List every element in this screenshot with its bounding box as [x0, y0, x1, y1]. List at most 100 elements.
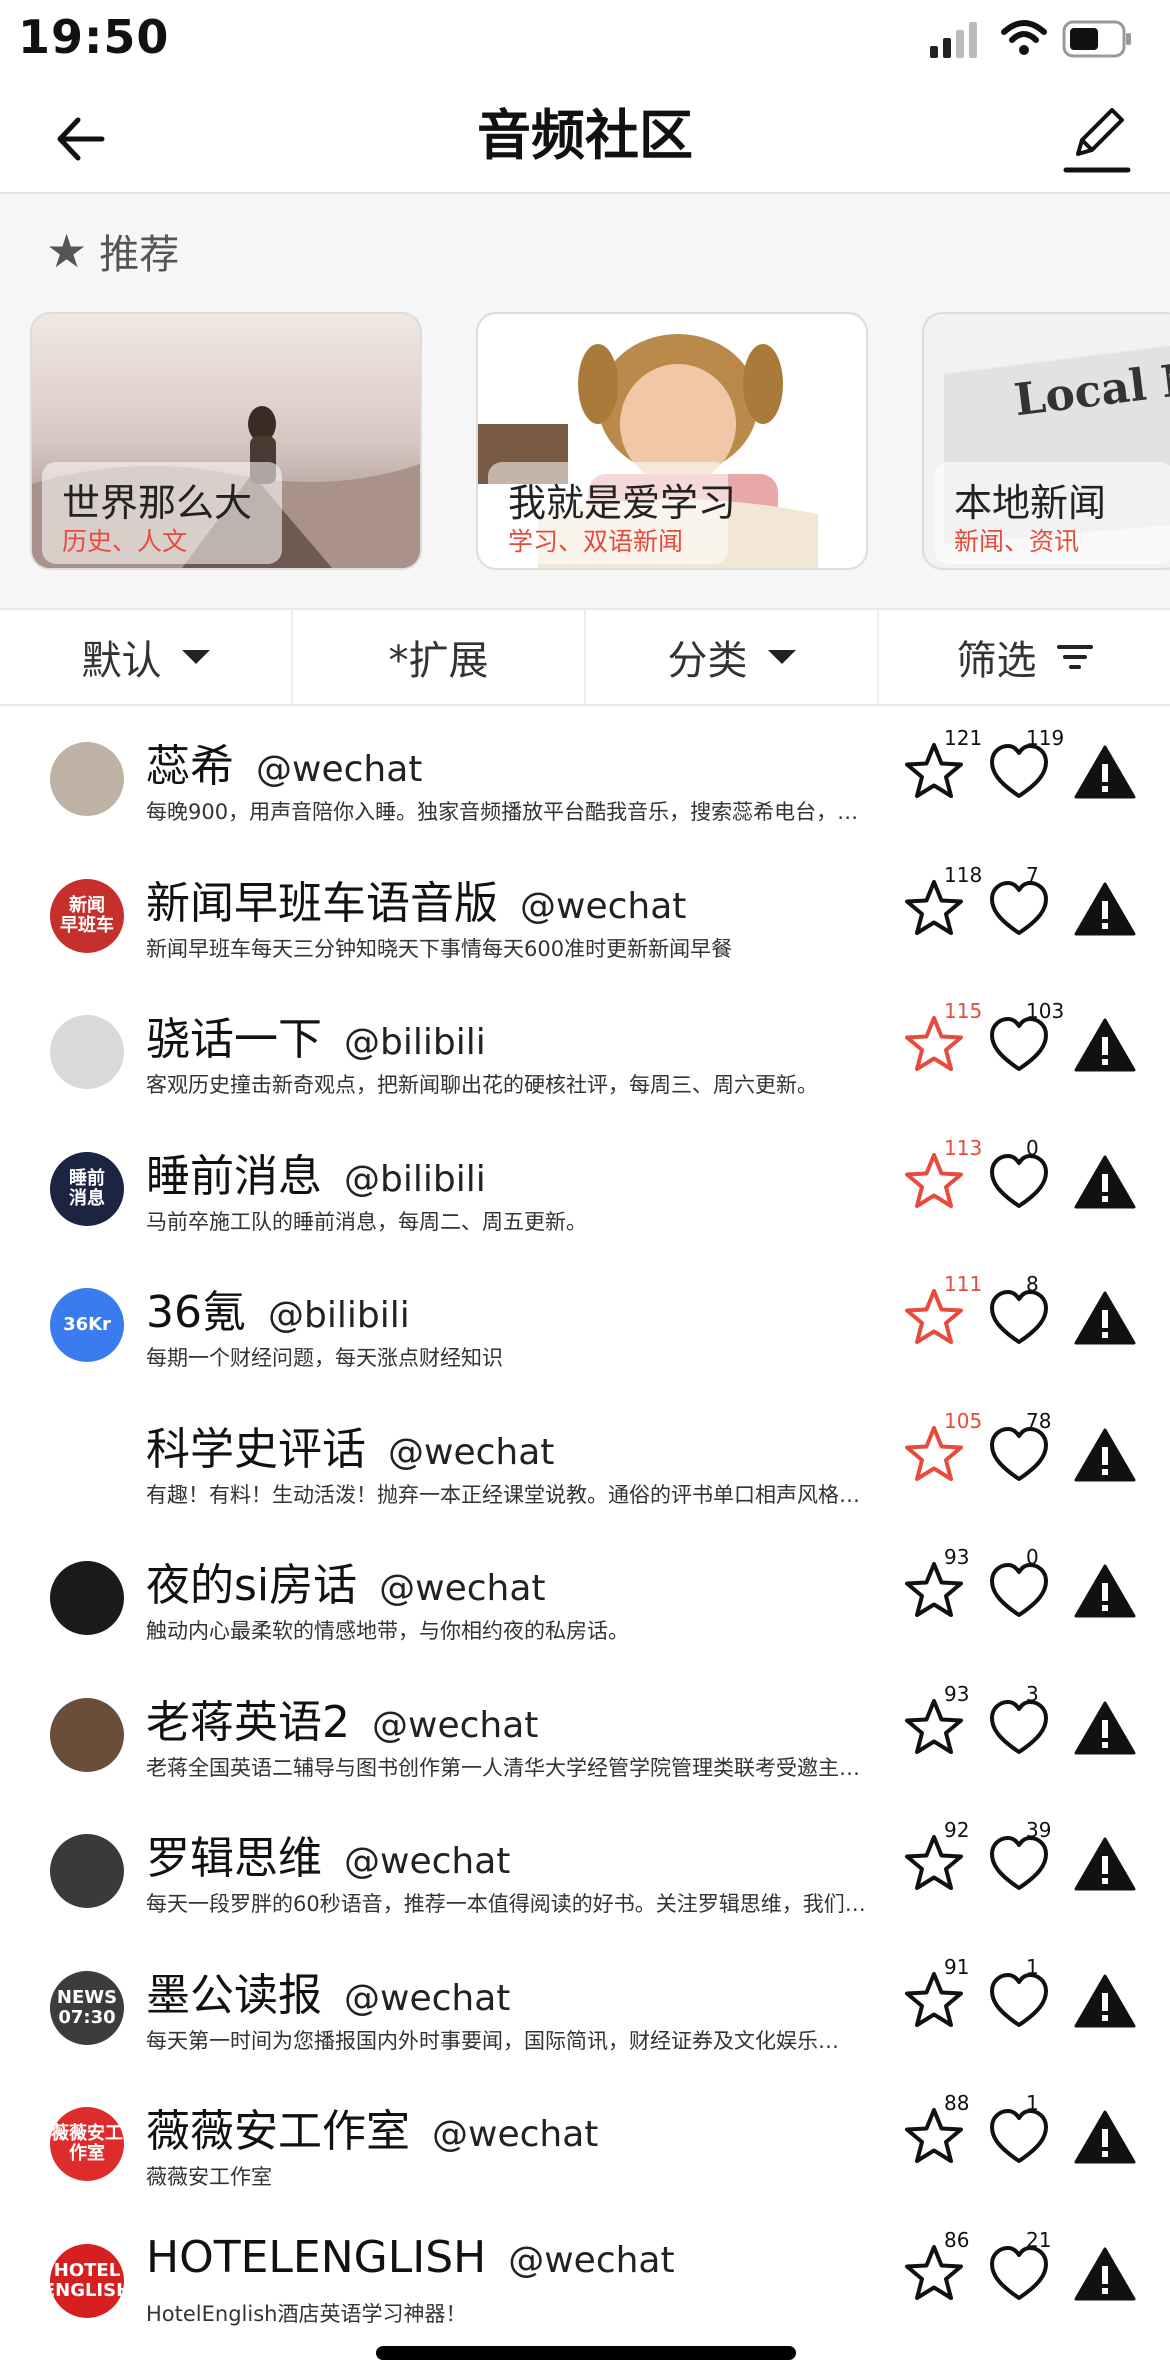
sort-default-dropdown[interactable]: 默认 [0, 610, 293, 704]
channel-name-line[interactable]: 罗辑思维 @wechat [146, 1822, 510, 1886]
avatar[interactable] [50, 1834, 124, 1908]
channel-description: 新闻早班车每天三分钟知晓天下事情每天600准时更新新闻早餐 [146, 936, 733, 961]
avatar[interactable] [50, 742, 124, 816]
channel-name-line[interactable]: 薇薇安工作室 @wechat [146, 2095, 598, 2159]
channel-row[interactable]: HOTEL ENGLISH HOTELENGLISH @wechat HotelEng… [0, 2202, 1170, 2338]
star-count: 118 [944, 862, 983, 887]
report-warning-icon[interactable] [1074, 744, 1136, 800]
heart-icon[interactable] [988, 2244, 1050, 2304]
heart-icon[interactable] [988, 1698, 1050, 1758]
avatar[interactable]: NEWS 07:30 [50, 1970, 124, 2045]
channel-handle: @wechat [379, 1568, 546, 1609]
channel-row[interactable]: 36Kr 36氪 @bilibili 每期一个财经问题，每天涨点财经知识 111 8 [0, 1246, 1170, 1382]
recommend-card-study[interactable]: 我就是爱学习 学习、双语新闻 [476, 312, 868, 570]
channel-row[interactable]: 老蒋英语2 @wechat 老蒋全国英语二辅导与图书创作第一人清华大学经管学院管理类… [0, 1656, 1170, 1792]
channel-row[interactable]: NEWS 07:30 墨公读报 @wechat 每天第一时间为您播报国内外时事要闻，国… [0, 1929, 1170, 2065]
status-time: 19:50 [18, 10, 170, 64]
avatar[interactable]: 36Kr [50, 1288, 124, 1362]
report-warning-icon[interactable] [1074, 1836, 1136, 1892]
heart-icon[interactable] [988, 1561, 1050, 1621]
report-warning-icon[interactable] [1074, 1290, 1136, 1346]
report-warning-icon[interactable] [1074, 1973, 1136, 2029]
channel-row[interactable]: 夜的si房话 @wechat 触动内心最柔软的情感地带，与你相约夜的私房话。 93 0 [0, 1519, 1170, 1655]
report-warning-icon[interactable] [1074, 2246, 1136, 2302]
channel-handle: @wechat [344, 1977, 511, 2019]
channel-name: 薇薇安工作室 [146, 2106, 410, 2157]
heart-icon[interactable] [988, 1834, 1050, 1894]
report-warning-icon[interactable] [1074, 1427, 1136, 1483]
channel-name: HOTELENGLISH [146, 2231, 487, 2283]
category-dropdown[interactable]: 分类 [586, 610, 879, 704]
channel-row[interactable]: 罗辑思维 @wechat 每天一段罗胖的60秒语音，推荐一本值得阅读的好书。关注罗辑… [0, 1792, 1170, 1928]
star-count: 91 [944, 1954, 970, 1979]
heart-icon[interactable] [988, 2107, 1050, 2167]
card-title: 我就是爱学习 [508, 481, 737, 525]
report-warning-icon[interactable] [1074, 1563, 1136, 1619]
channel-name: 墨公读报 [146, 1969, 322, 2021]
channel-name: 骁话一下 [146, 1014, 322, 1065]
recommend-heading-label: 推荐 [99, 232, 180, 278]
channel-name-line[interactable]: 新闻早班车语音版 @wechat [146, 867, 686, 931]
heart-icon[interactable] [988, 1425, 1050, 1485]
avatar[interactable] [50, 1015, 124, 1089]
heart-icon[interactable] [988, 1288, 1050, 1348]
report-warning-icon[interactable] [1074, 1017, 1136, 1073]
report-warning-icon[interactable] [1074, 1154, 1136, 1210]
channel-handle: @wechat [520, 885, 687, 927]
avatar[interactable]: 新闻 早班车 [50, 878, 124, 953]
channel-description: 薇薇安工作室 [146, 2165, 272, 2189]
edit-pencil-icon[interactable] [1058, 100, 1134, 176]
star-count: 115 [944, 999, 983, 1023]
card-tags: 新闻、资讯 [954, 527, 1080, 556]
star-icon: ★ [46, 224, 88, 278]
avatar[interactable]: HOTEL ENGLISH [50, 2243, 124, 2318]
recommend-card-world[interactable]: 世界那么大 历史、人文 [30, 312, 422, 570]
channel-name: 罗辑思维 [146, 1833, 322, 1884]
channel-name-line[interactable]: 睡前消息 @bilibili [146, 1140, 486, 1204]
recommend-card-local-news[interactable]: Local N 本地新闻 新闻、资讯 [922, 312, 1170, 570]
channel-row[interactable]: 蕊希 @wechat 每晚900，用声音陪你入睡。独家音频播放平台酷我音乐，搜索蕊希… [0, 700, 1170, 836]
like-count: 21 [1026, 2227, 1052, 2252]
channel-name-line[interactable]: 36氪 @bilibili [146, 1276, 410, 1340]
channel-row[interactable]: 睡前 消息 睡前消息 @bilibili 马前卒施工队的睡前消息，每周二、周五更新。 1… [0, 1110, 1170, 1246]
avatar[interactable]: 睡前 消息 [50, 1151, 124, 1226]
channel-description: 每期一个财经问题，每天涨点财经知识 [146, 1346, 503, 1370]
channel-row[interactable]: 科学史评话 @wechat 有趣！有料！生动活泼！抛弃一本正经课堂说教。通俗的评书单… [0, 1383, 1170, 1519]
channel-name-line[interactable]: 夜的si房话 @wechat [146, 1549, 546, 1613]
heart-icon[interactable] [988, 1971, 1050, 2031]
channel-description: 有趣！有料！生动活泼！抛弃一本正经课堂说教。通俗的评书单口相声风格… [146, 1482, 860, 1507]
channel-name-line[interactable]: HOTELENGLISH @wechat [146, 2232, 675, 2283]
channel-handle: @wechat [344, 1841, 511, 1882]
channel-description: 触动内心最柔软的情感地带，与你相约夜的私房话。 [146, 1619, 629, 1643]
filter-button[interactable]: 筛选 [879, 610, 1170, 704]
heart-icon[interactable] [988, 1152, 1050, 1212]
channel-name-line[interactable]: 老蒋英语2 @wechat [146, 1686, 538, 1750]
star-count: 105 [944, 1408, 983, 1433]
avatar[interactable] [50, 1424, 124, 1499]
avatar[interactable]: 薇薇安工作室 [50, 2107, 124, 2181]
heart-icon[interactable] [988, 879, 1050, 939]
channel-name-line[interactable]: 科学史评话 @wechat [146, 1413, 554, 1477]
channel-handle: @wechat [388, 1431, 555, 1473]
heart-icon[interactable] [988, 1015, 1050, 1075]
channel-name-line[interactable]: 蕊希 @wechat [146, 730, 422, 794]
like-count: 3 [1026, 1681, 1039, 1706]
channel-row[interactable]: 薇薇安工作室 薇薇安工作室 @wechat 薇薇安工作室 88 1 [0, 2065, 1170, 2201]
avatar[interactable] [50, 1697, 124, 1772]
star-count: 113 [944, 1135, 983, 1160]
avatar[interactable] [50, 1561, 124, 1635]
like-count: 8 [1026, 1272, 1039, 1296]
channel-name: 蕊希 [146, 741, 234, 792]
channel-name-line[interactable]: 骁话一下 @bilibili [146, 1003, 486, 1067]
channel-name-line[interactable]: 墨公读报 @wechat [146, 1959, 510, 2023]
star-count: 93 [944, 1681, 970, 1706]
card-title: 世界那么大 [62, 481, 253, 525]
report-warning-icon[interactable] [1074, 2109, 1136, 2165]
report-warning-icon[interactable] [1074, 1700, 1136, 1756]
heart-icon[interactable] [988, 742, 1050, 802]
report-warning-icon[interactable] [1074, 881, 1136, 937]
channel-handle: @wechat [256, 749, 423, 790]
expand-button[interactable]: *扩展 [293, 610, 586, 704]
channel-row[interactable]: 骁话一下 @bilibili 客观历史撞击新奇观点，把新闻聊出花的硬核社评，每周三、… [0, 973, 1170, 1109]
channel-row[interactable]: 新闻 早班车 新闻早班车语音版 @wechat 新闻早班车每天三分钟知晓天下事情每天6… [0, 837, 1170, 973]
